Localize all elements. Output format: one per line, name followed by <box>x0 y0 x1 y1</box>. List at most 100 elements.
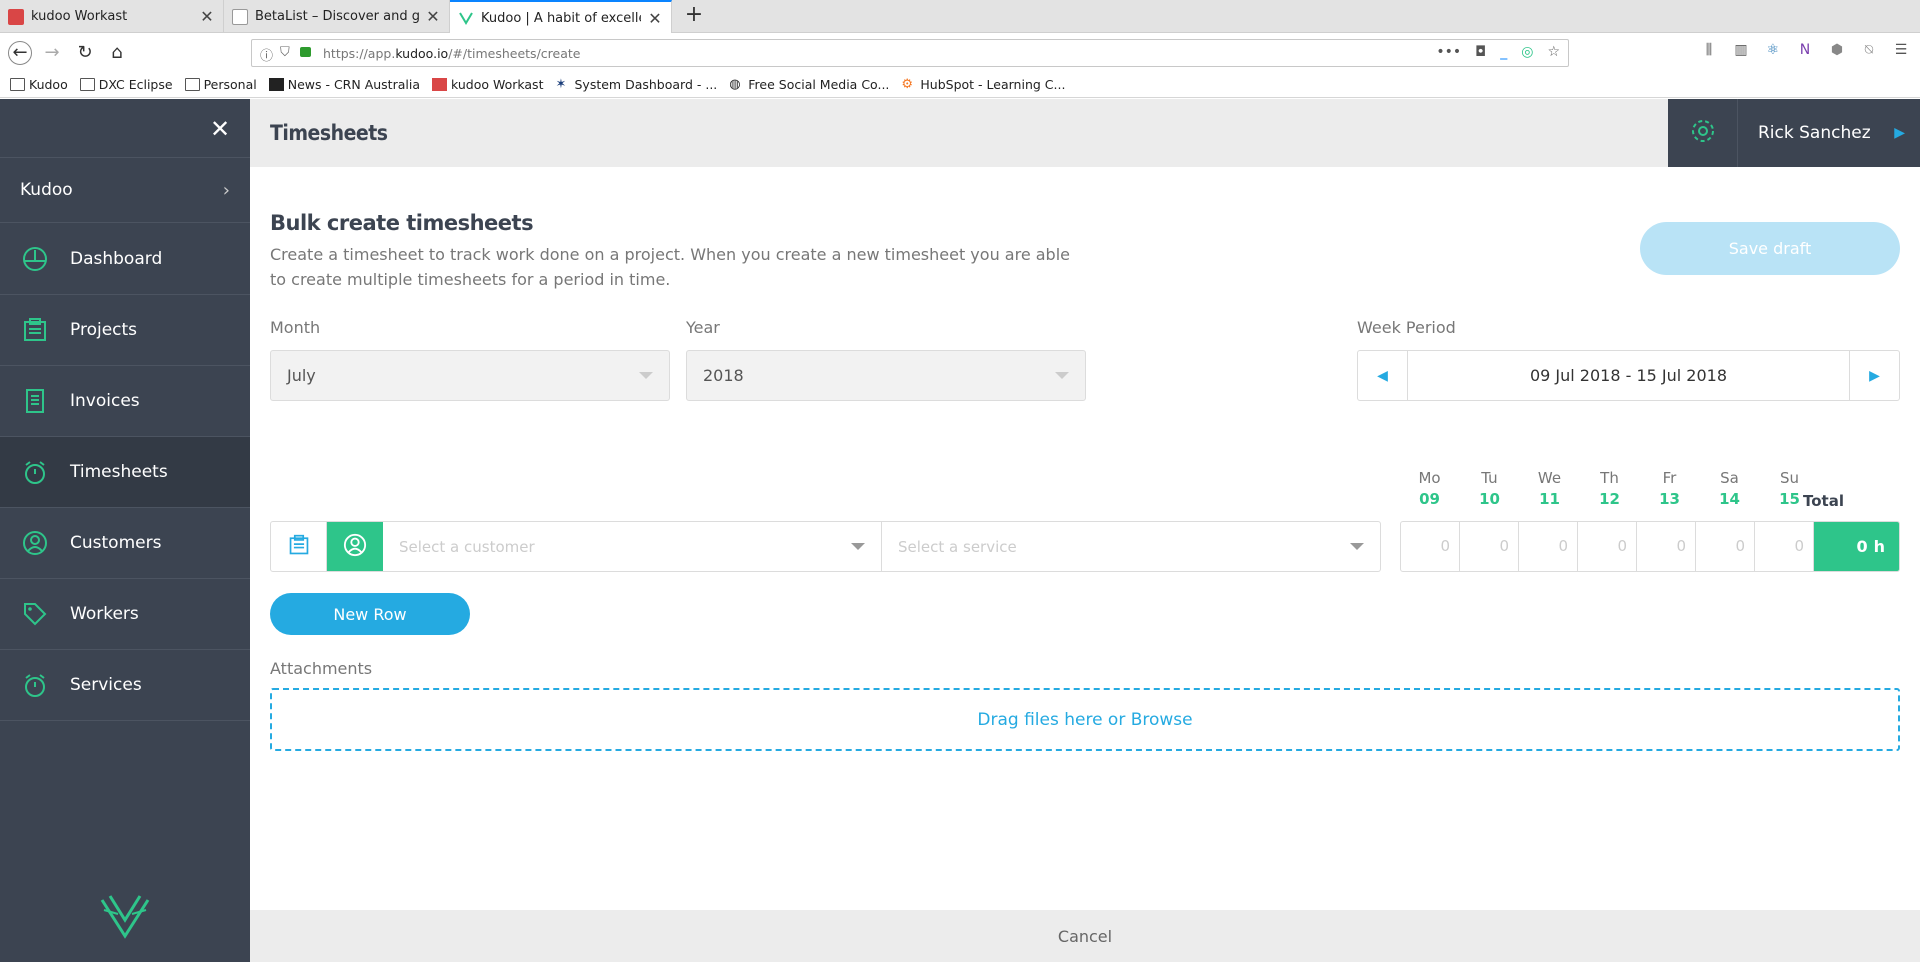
hours-input-we[interactable]: 0 <box>1519 522 1578 571</box>
kudoo-logo-icon <box>98 892 152 940</box>
cancel-button[interactable]: Cancel <box>1058 927 1112 946</box>
dropdown-arrow-icon <box>639 372 653 379</box>
close-sidebar-icon[interactable]: ✕ <box>207 116 233 142</box>
hours-input-fr[interactable]: 0 <box>1637 522 1696 571</box>
onenote-icon[interactable]: N <box>1796 42 1814 60</box>
dropdown-arrow-icon <box>851 543 865 550</box>
tab-title: Kudoo | A habit of excellence <box>481 10 641 26</box>
sidebar-item-timesheets[interactable]: Timesheets <box>0 437 250 508</box>
form-heading: Bulk create timesheets <box>270 211 534 235</box>
close-tab-icon[interactable]: ✕ <box>425 7 441 26</box>
browser-tab[interactable]: BetaList – Discover and get ea ✕ <box>224 0 450 33</box>
sidebar-item-label: Invoices <box>70 391 140 411</box>
bookmark-item[interactable]: ⚙ HubSpot - Learning C... <box>901 77 1065 92</box>
sidebar-item-label: Projects <box>70 320 138 340</box>
close-tab-icon[interactable]: ✕ <box>647 9 663 28</box>
browser-tab-active[interactable]: Kudoo | A habit of excellence ✕ <box>450 0 672 34</box>
browser-nav-bar: ← → ↻ ⌂ ⓘ ⛉ https://app.kudoo.io/#/times… <box>0 33 1920 72</box>
sidebar-icon[interactable]: ▥ <box>1732 42 1750 60</box>
service-placeholder: Select a service <box>898 537 1017 556</box>
sidebar-item-dashboard[interactable]: Dashboard <box>0 224 250 295</box>
week-period-label: Week Period <box>1357 318 1456 337</box>
hours-input-su[interactable]: 0 <box>1755 522 1814 571</box>
browser-tab[interactable]: kudoo Workast ✕ <box>0 0 224 33</box>
react-devtools-icon[interactable]: ⚛ <box>1764 42 1782 60</box>
bookmark-star-icon[interactable]: ☆ <box>1547 44 1560 60</box>
extension-icon[interactable]: ◎ <box>1521 44 1533 60</box>
adblock-icon[interactable]: ⬢ <box>1828 42 1846 60</box>
bookmark-item[interactable]: Personal <box>184 77 257 92</box>
minimize-icon[interactable]: _ <box>1500 44 1507 60</box>
customer-toggle-button[interactable] <box>327 522 383 571</box>
tab-title: kudoo Workast <box>31 9 128 24</box>
hours-input-tu[interactable]: 0 <box>1460 522 1519 571</box>
week-period-value: 09 Jul 2018 - 15 Jul 2018 <box>1529 366 1728 385</box>
crn-icon <box>268 78 284 91</box>
bookmark-item[interactable]: kudoo Workast <box>431 77 543 92</box>
sidebar-item-label: Timesheets <box>70 462 168 482</box>
next-week-button[interactable]: ▶ <box>1849 351 1899 400</box>
previous-week-button[interactable]: ◀ <box>1358 351 1408 400</box>
user-menu-button[interactable]: Rick Sanchez ▶ <box>1738 99 1920 167</box>
hours-input-mo[interactable]: 0 <box>1401 522 1460 571</box>
stopwatch-icon <box>21 671 49 699</box>
total-hours-value: 0 <box>1856 537 1868 556</box>
page-actions-icon[interactable]: ••• <box>1436 44 1461 60</box>
bookmark-item[interactable]: DXC Eclipse <box>79 77 173 92</box>
new-row-button[interactable]: New Row <box>270 593 470 635</box>
shield-icon[interactable]: ⛉ <box>280 45 290 60</box>
home-button[interactable]: ⌂ <box>105 41 129 65</box>
bookmark-item[interactable]: ◍ Free Social Media Co... <box>729 77 889 92</box>
year-select[interactable]: 2018 <box>686 350 1086 401</box>
pocket-icon[interactable]: ◘ <box>1475 44 1486 60</box>
extension-icon[interactable]: ⍉ <box>1860 42 1878 60</box>
project-toggle-button[interactable] <box>271 522 327 571</box>
org-name: Kudoo <box>20 180 73 200</box>
hours-input-th[interactable]: 0 <box>1578 522 1637 571</box>
lock-icon[interactable] <box>300 47 311 57</box>
row-total: 0 h <box>1814 522 1899 571</box>
service-select[interactable]: Select a service <box>882 522 1380 571</box>
back-button[interactable]: ← <box>8 41 32 65</box>
tab-title: BetaList – Discover and get ea <box>255 9 419 24</box>
sidebar-item-invoices[interactable]: Invoices <box>0 366 250 437</box>
page-header: Timesheets Rick Sanchez ▶ <box>250 99 1920 167</box>
user-circle-icon <box>21 529 49 557</box>
tag-icon <box>21 600 49 628</box>
url-text[interactable]: https://app.kudoo.io/#/timesheets/create <box>323 46 580 61</box>
info-icon[interactable]: ⓘ <box>260 45 273 64</box>
url-bar[interactable]: ⓘ ⛉ https://app.kudoo.io/#/timesheets/cr… <box>251 39 1569 67</box>
org-switcher[interactable]: Kudoo › <box>0 157 250 223</box>
bookmark-item[interactable]: ✶ System Dashboard - ... <box>555 77 717 92</box>
bookmarks-bar: Kudoo DXC Eclipse Personal News - CRN Au… <box>0 72 1920 98</box>
bookmark-item[interactable]: Kudoo <box>10 77 68 92</box>
reload-button[interactable]: ↻ <box>73 41 97 65</box>
week-period-picker: ◀ 09 Jul 2018 - 15 Jul 2018 ▶ <box>1357 350 1900 401</box>
sidebar-item-services[interactable]: Services <box>0 650 250 721</box>
month-value: July <box>287 366 316 385</box>
main-content: Bulk create timesheets Create a timeshee… <box>250 167 1920 910</box>
close-tab-icon[interactable]: ✕ <box>199 7 215 26</box>
attachments-label: Attachments <box>270 659 373 678</box>
attachments-dropzone[interactable]: Drag files here or Browse <box>270 688 1900 751</box>
sidebar-item-workers[interactable]: Workers <box>0 579 250 650</box>
hours-input-sa[interactable]: 0 <box>1696 522 1755 571</box>
customer-select[interactable]: Select a customer <box>383 522 882 571</box>
menu-icon[interactable]: ☰ <box>1892 42 1910 60</box>
library-icon[interactable]: ⫼ <box>1700 42 1718 60</box>
forward-button[interactable]: → <box>40 41 64 65</box>
sidebar-item-customers[interactable]: Customers <box>0 508 250 579</box>
dropzone-text[interactable]: Drag files here or Browse <box>977 710 1192 730</box>
clipboard-icon <box>288 534 310 560</box>
globe-icon: ◍ <box>729 77 741 92</box>
sidebar-item-label: Customers <box>70 533 162 553</box>
bookmark-item[interactable]: News - CRN Australia <box>268 77 420 92</box>
day-header: Sa 14 <box>1719 469 1740 508</box>
settings-button[interactable] <box>1668 99 1738 167</box>
save-draft-button[interactable]: Save draft <box>1640 222 1900 275</box>
new-tab-button[interactable]: + <box>680 2 708 27</box>
dashboard-icon <box>21 245 49 273</box>
page-title: Timesheets <box>270 121 388 145</box>
sidebar-item-projects[interactable]: Projects <box>0 295 250 366</box>
month-select[interactable]: July <box>270 350 670 401</box>
